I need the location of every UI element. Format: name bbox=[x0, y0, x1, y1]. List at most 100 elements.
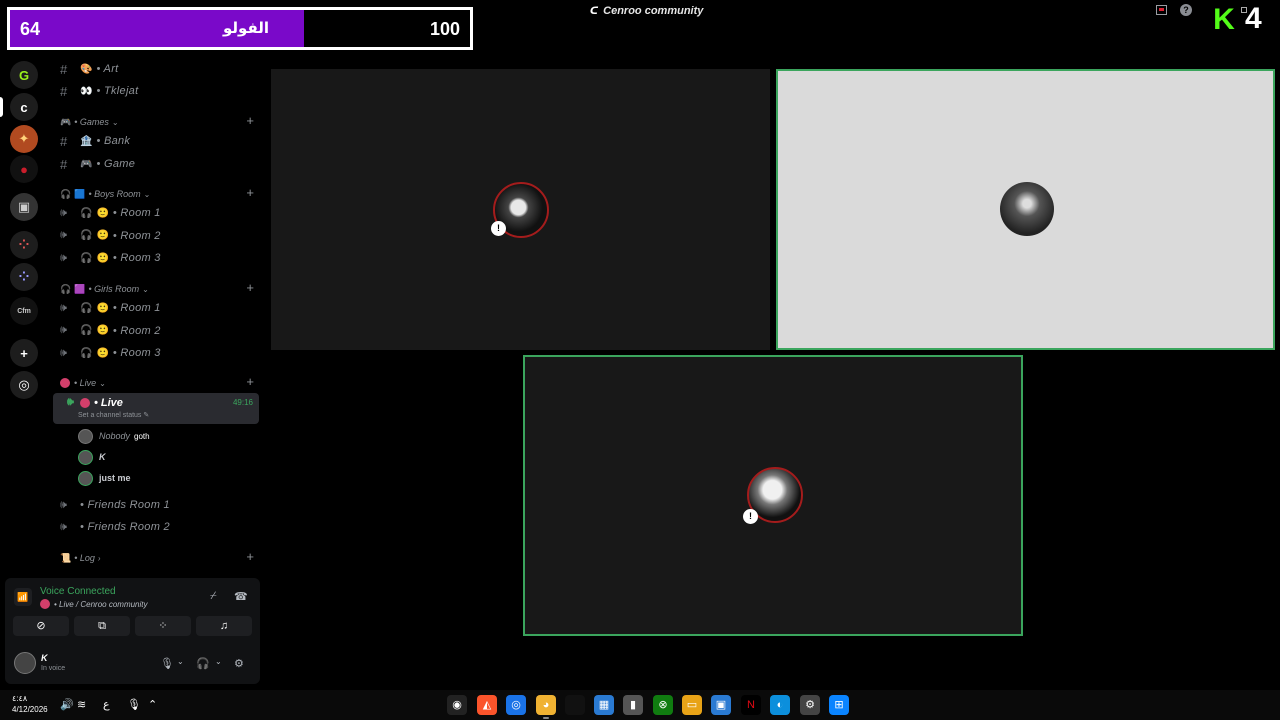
face-icon: 🙂 bbox=[96, 347, 109, 359]
voice-location[interactable]: • Live / Cenroo community bbox=[40, 599, 148, 609]
channel-boys-room-1[interactable]: 🕪 🎧 🙂 • Room 1 bbox=[60, 203, 161, 223]
category-girls-room[interactable]: 🎧 🟪 • Girls Room ⌄ bbox=[60, 281, 149, 297]
discord-icon[interactable]: ◕ bbox=[536, 695, 556, 719]
channel-tklejat[interactable]: # 👀 • Tklejat bbox=[60, 81, 138, 101]
soundboard-button[interactable]: ♫ bbox=[196, 616, 252, 636]
follower-goal-count: 100 bbox=[429, 19, 460, 39]
channel-girls-room-2[interactable]: 🕪 🎧 🙂 • Room 2 bbox=[60, 321, 161, 341]
create-channel-icon[interactable]: + bbox=[246, 113, 254, 128]
follower-label: الفولو bbox=[223, 20, 270, 37]
avatar bbox=[78, 428, 93, 444]
channel-girls-room-3[interactable]: 🕪 🎧 🙂 • Room 3 bbox=[60, 343, 161, 363]
channel-name: • Art bbox=[96, 63, 119, 75]
server-red[interactable]: ● bbox=[10, 155, 38, 183]
voice-status[interactable]: Voice Connected bbox=[40, 586, 116, 597]
headphones-icon: 🎧 bbox=[80, 302, 93, 314]
chevron-down-icon[interactable]: ⌄ bbox=[177, 657, 184, 666]
netflix-icon[interactable]: N bbox=[741, 695, 761, 715]
channel-girls-room-1[interactable]: 🕪 🎧 🙂 • Room 1 bbox=[60, 298, 161, 318]
voice-user-name: K bbox=[99, 452, 106, 462]
channel-boys-room-2[interactable]: 🕪 🎧 🙂 • Room 2 bbox=[60, 226, 161, 246]
speaker-icon: 🕪 bbox=[60, 251, 67, 264]
clock-time: ٤:٤٨ bbox=[12, 694, 28, 703]
camera-off-icon: ⊘ bbox=[36, 620, 46, 632]
channel-boys-room-3[interactable]: 🕪 🎧 🙂 • Room 3 bbox=[60, 248, 161, 268]
participant-tile-2[interactable] bbox=[776, 69, 1275, 350]
voice-user-nobody[interactable]: Nobody goth bbox=[78, 427, 150, 445]
avatar[interactable] bbox=[14, 652, 36, 674]
create-channel-icon[interactable]: + bbox=[246, 374, 254, 389]
microphone-icon[interactable]: 🎙 bbox=[160, 657, 174, 670]
face-icon: 🙂 bbox=[96, 230, 109, 241]
channel-emoji: 🎮 bbox=[80, 158, 93, 170]
channel-game[interactable]: # 🎮 • Game bbox=[60, 154, 135, 174]
camera-button[interactable]: ⊘ bbox=[13, 616, 69, 636]
file-explorer-icon[interactable]: ▭ bbox=[682, 695, 702, 715]
taskbar: ٤:٤٨ 4/12/2026 🔊 ≋ ع 🎙 ⌃ ◉ ◭ ◎ ◕ ▦ ▮ ⊗ ▭ ▣ N ◐ ⚙ ⊞ bbox=[0, 690, 1280, 720]
category-log[interactable]: 📜 • Log › bbox=[60, 550, 101, 566]
xbox-icon[interactable]: ⊗ bbox=[653, 695, 673, 715]
create-channel-icon[interactable]: + bbox=[246, 549, 254, 564]
voice-user-tag: goth bbox=[134, 431, 150, 441]
signal-icon[interactable]: 📶 bbox=[14, 588, 32, 606]
disconnect-icon[interactable]: ☎ bbox=[234, 590, 248, 603]
screen-share-button[interactable]: ⧉ bbox=[74, 616, 130, 636]
blank-app-icon[interactable] bbox=[565, 695, 585, 715]
hash-icon: # bbox=[60, 156, 68, 172]
chrome-icon[interactable]: ◎ bbox=[506, 695, 526, 715]
participant-tile-3[interactable]: ! bbox=[523, 355, 1023, 636]
headphones-icon: 🎧 bbox=[80, 347, 93, 359]
clock[interactable]: ٤:٤٨ 4/12/2026 bbox=[12, 693, 48, 715]
photos-icon[interactable]: ▦ bbox=[594, 695, 614, 715]
speaker-icon: 🕪 bbox=[60, 324, 67, 336]
server-cfm[interactable]: Cfm bbox=[10, 297, 38, 325]
edge-icon[interactable]: ◐ bbox=[770, 695, 790, 715]
chevron-down-icon: ⌄ bbox=[143, 189, 151, 199]
channel-bank[interactable]: # 🏦 • Bank bbox=[60, 131, 130, 151]
usb-icon[interactable]: ▮ bbox=[623, 695, 643, 715]
server-folder-1[interactable]: ⁘ bbox=[10, 231, 38, 259]
headphones-icon[interactable]: 🎧 bbox=[196, 657, 210, 670]
start-icon[interactable]: ⊞ bbox=[829, 695, 849, 715]
brave-icon[interactable]: ◭ bbox=[477, 695, 497, 715]
gear-icon[interactable]: ⚙ bbox=[234, 657, 244, 670]
category-boys-room[interactable]: 🎧 🟦 • Boys Room ⌄ bbox=[60, 186, 150, 202]
create-channel-icon[interactable]: + bbox=[246, 185, 254, 200]
wifi-icon[interactable]: ≋ bbox=[77, 698, 86, 711]
pencil-icon: ✎ bbox=[143, 412, 150, 419]
channel-friends-room-2[interactable]: 🕪 • Friends Room 2 bbox=[60, 517, 170, 537]
obs-icon[interactable]: ◉ bbox=[447, 695, 467, 715]
server-cenroo-green[interactable]: G bbox=[10, 61, 38, 89]
noise-suppression-icon[interactable]: ⌿ bbox=[210, 590, 217, 603]
server-folder-2[interactable]: ⁘ bbox=[10, 263, 38, 291]
language-indicator[interactable]: ع bbox=[103, 698, 110, 711]
volume-icon[interactable]: 🔊 bbox=[60, 698, 74, 711]
category-games[interactable]: 🎮 • Games ⌄ bbox=[60, 114, 119, 130]
microphone-icon[interactable]: 🎙 bbox=[127, 698, 141, 711]
participant-tile-1[interactable]: ! bbox=[271, 69, 770, 350]
channel-status-input[interactable]: Set a channel status ✎ bbox=[78, 411, 149, 419]
server-cenroo[interactable]: c bbox=[10, 93, 38, 121]
voice-user-k[interactable]: K bbox=[78, 448, 106, 466]
inbox-icon[interactable] bbox=[1156, 5, 1167, 15]
channel-name: • Game bbox=[96, 158, 136, 170]
add-server-icon[interactable]: + bbox=[10, 339, 38, 367]
store-icon[interactable]: ▣ bbox=[711, 695, 731, 715]
channel-sidebar: # 🎨 • Art # 👀 • Tklejat 🎮 • Games ⌄ + # … bbox=[48, 55, 260, 575]
server-gray[interactable]: ▣ bbox=[10, 193, 38, 221]
help-icon[interactable]: ? bbox=[1180, 4, 1192, 16]
activities-button[interactable]: ⁘ bbox=[135, 616, 191, 636]
channel-live-active[interactable]: 🕪 • Live 49:16 Set a channel status ✎ bbox=[53, 393, 259, 424]
voice-user-name: Nobody bbox=[99, 431, 131, 441]
channel-friends-room-1[interactable]: 🕪 • Friends Room 1 bbox=[60, 495, 170, 515]
discover-icon[interactable]: ◎ bbox=[10, 371, 38, 399]
create-channel-icon[interactable]: + bbox=[246, 280, 254, 295]
chevron-down-icon[interactable]: ⌄ bbox=[215, 657, 222, 666]
settings-icon[interactable]: ⚙ bbox=[800, 695, 820, 715]
channel-name: • Room 3 bbox=[112, 252, 161, 264]
channel-art[interactable]: # 🎨 • Art bbox=[60, 59, 119, 79]
voice-user-just-me[interactable]: just me bbox=[78, 469, 131, 487]
server-fire[interactable]: ✦ bbox=[10, 125, 38, 153]
category-live[interactable]: • Live ⌄ bbox=[60, 375, 106, 391]
chevron-up-icon[interactable]: ⌃ bbox=[148, 698, 157, 711]
